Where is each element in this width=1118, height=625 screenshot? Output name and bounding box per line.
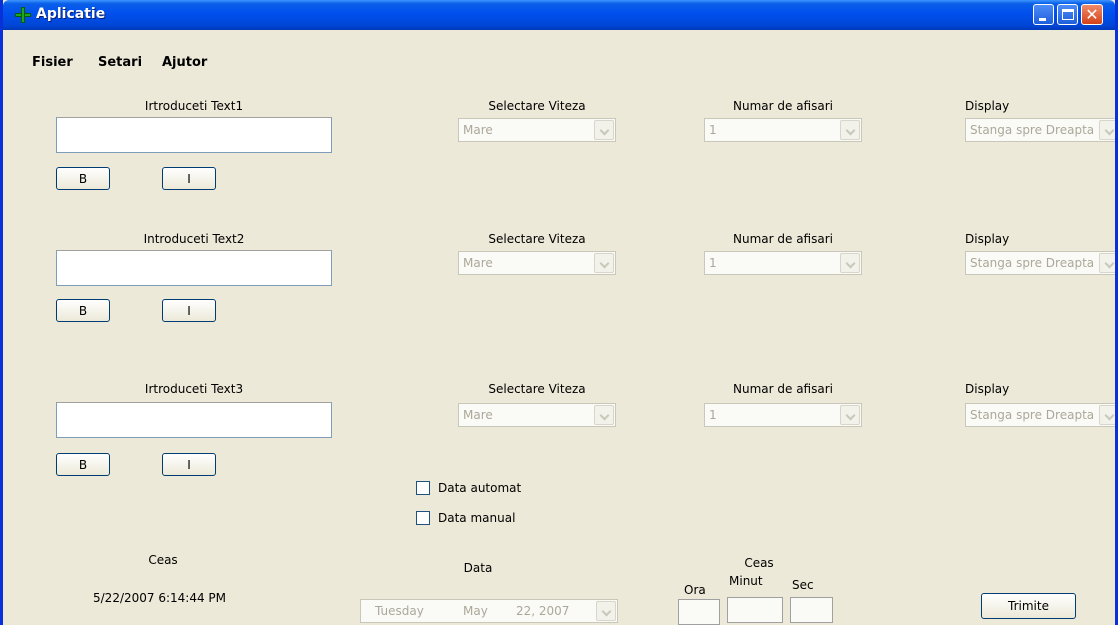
date-label: Data bbox=[463, 561, 493, 575]
text2-bold-button[interactable]: B bbox=[56, 299, 110, 322]
count3-label: Numar de afisari bbox=[733, 382, 833, 396]
second-label: Sec bbox=[792, 578, 814, 592]
text2-label: Introduceti Text2 bbox=[143, 232, 245, 246]
maximize-icon bbox=[1062, 9, 1074, 20]
speed1-label: Selectare Viteza bbox=[488, 99, 586, 113]
manual-date-label: Data manual bbox=[438, 511, 516, 525]
chevron-down-icon bbox=[1099, 253, 1115, 273]
speed1-value: Mare bbox=[463, 123, 493, 137]
text2-input[interactable] bbox=[56, 250, 332, 286]
hour-input[interactable] bbox=[678, 599, 720, 625]
speed3-label: Selectare Viteza bbox=[488, 382, 586, 396]
second-input[interactable] bbox=[790, 597, 833, 623]
close-icon: ✕ bbox=[1085, 5, 1099, 24]
count2-value: 1 bbox=[709, 256, 717, 270]
display2-value: Stanga spre Dreapta bbox=[970, 256, 1095, 270]
menu-ajutor[interactable]: Ajutor bbox=[162, 55, 207, 70]
count1-label: Numar de afisari bbox=[733, 99, 833, 113]
calendar-dropdown-icon bbox=[596, 601, 616, 621]
speed2-label: Selectare Viteza bbox=[488, 232, 586, 246]
count1-value: 1 bbox=[709, 123, 717, 137]
chevron-down-icon bbox=[594, 120, 614, 140]
date-month: May bbox=[463, 604, 488, 618]
text3-input[interactable] bbox=[56, 402, 332, 438]
display1-value: Stanga spre Dreapta bbox=[970, 123, 1095, 137]
send-button[interactable]: Trimite bbox=[981, 593, 1076, 619]
menu-fisier[interactable]: Fisier bbox=[32, 55, 73, 70]
manual-date-checkbox[interactable] bbox=[416, 511, 430, 525]
count3-value: 1 bbox=[709, 408, 717, 422]
title-bar[interactable]: Aplicatie ✕ bbox=[3, 0, 1115, 30]
hour-label: Ora bbox=[684, 583, 706, 597]
display3-value: Stanga spre Dreapta bbox=[970, 408, 1095, 422]
chevron-down-icon bbox=[1099, 405, 1115, 425]
display1-select[interactable]: Stanga spre Dreapta bbox=[965, 118, 1115, 142]
display2-label: Display bbox=[965, 232, 1010, 246]
clock-value: 5/22/2007 6:14:44 PM bbox=[93, 591, 227, 605]
window-title: Aplicatie bbox=[36, 6, 106, 22]
manual-clock-label: Ceas bbox=[744, 556, 774, 570]
display2-select[interactable]: Stanga spre Dreapta bbox=[965, 251, 1115, 275]
chevron-down-icon bbox=[840, 253, 860, 273]
auto-date-checkbox[interactable] bbox=[416, 481, 430, 495]
date-weekday: Tuesday bbox=[375, 604, 424, 618]
maximize-button[interactable] bbox=[1057, 4, 1078, 25]
minute-label: Minut bbox=[729, 574, 763, 588]
display1-label: Display bbox=[965, 99, 1010, 113]
speed3-select[interactable]: Mare bbox=[458, 403, 616, 427]
speed3-value: Mare bbox=[463, 408, 493, 422]
minute-input[interactable] bbox=[727, 597, 783, 623]
text1-input[interactable] bbox=[56, 117, 332, 153]
clock-label: Ceas bbox=[148, 553, 178, 567]
text3-bold-button[interactable]: B bbox=[56, 453, 110, 476]
chevron-down-icon bbox=[594, 405, 614, 425]
chevron-down-icon bbox=[1099, 120, 1115, 140]
minimize-icon bbox=[1039, 18, 1046, 21]
count3-select[interactable]: 1 bbox=[704, 403, 862, 427]
count1-select[interactable]: 1 bbox=[704, 118, 862, 142]
display3-select[interactable]: Stanga spre Dreapta bbox=[965, 403, 1115, 427]
date-dayyear: 22, 2007 bbox=[516, 604, 570, 618]
count2-select[interactable]: 1 bbox=[704, 251, 862, 275]
text1-bold-button[interactable]: B bbox=[56, 167, 110, 190]
count2-label: Numar de afisari bbox=[733, 232, 833, 246]
text3-italic-button[interactable]: I bbox=[162, 453, 216, 476]
chevron-down-icon bbox=[594, 253, 614, 273]
auto-date-label: Data automat bbox=[438, 481, 522, 495]
text1-label: Irtroduceti Text1 bbox=[144, 99, 244, 113]
minimize-button[interactable] bbox=[1033, 4, 1054, 25]
chevron-down-icon bbox=[840, 405, 860, 425]
speed2-select[interactable]: Mare bbox=[458, 251, 616, 275]
speed2-value: Mare bbox=[463, 256, 493, 270]
text2-italic-button[interactable]: I bbox=[162, 299, 216, 322]
close-button[interactable]: ✕ bbox=[1081, 4, 1103, 25]
text1-italic-button[interactable]: I bbox=[162, 167, 216, 190]
app-plus-icon bbox=[15, 7, 31, 23]
date-picker[interactable]: Tuesday May 22, 2007 bbox=[360, 599, 618, 623]
application-window: Aplicatie ✕ Fisier Setari Ajutor Irtrodu… bbox=[0, 0, 1118, 625]
menu-setari[interactable]: Setari bbox=[98, 55, 142, 70]
text3-label: Irtroduceti Text3 bbox=[144, 382, 244, 396]
display3-label: Display bbox=[965, 382, 1010, 396]
chevron-down-icon bbox=[840, 120, 860, 140]
speed1-select[interactable]: Mare bbox=[458, 118, 616, 142]
